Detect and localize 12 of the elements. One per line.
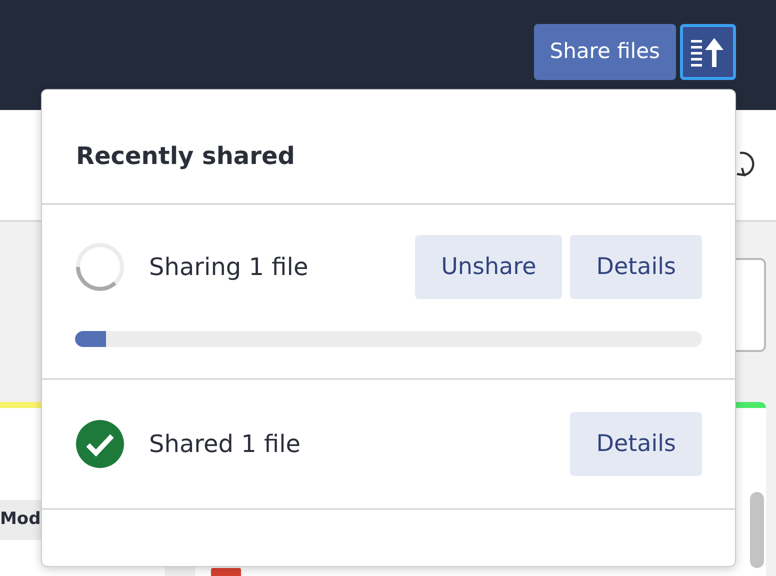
status-label: Shared 1 file <box>149 428 302 460</box>
list-upload-icon <box>690 36 726 68</box>
unshare-button[interactable]: Unshare <box>415 234 562 299</box>
check-circle-icon <box>75 418 125 469</box>
scrollbar-thumb[interactable] <box>750 492 764 568</box>
status-label: Sharing 1 file <box>149 252 310 283</box>
details-button[interactable]: Details <box>570 412 702 476</box>
spinner-icon <box>75 242 125 292</box>
transfers-button[interactable] <box>680 24 736 80</box>
details-button[interactable]: Details <box>570 234 702 299</box>
share-files-button[interactable]: Share files <box>534 24 676 80</box>
popover-title: Recently shared <box>75 141 296 172</box>
